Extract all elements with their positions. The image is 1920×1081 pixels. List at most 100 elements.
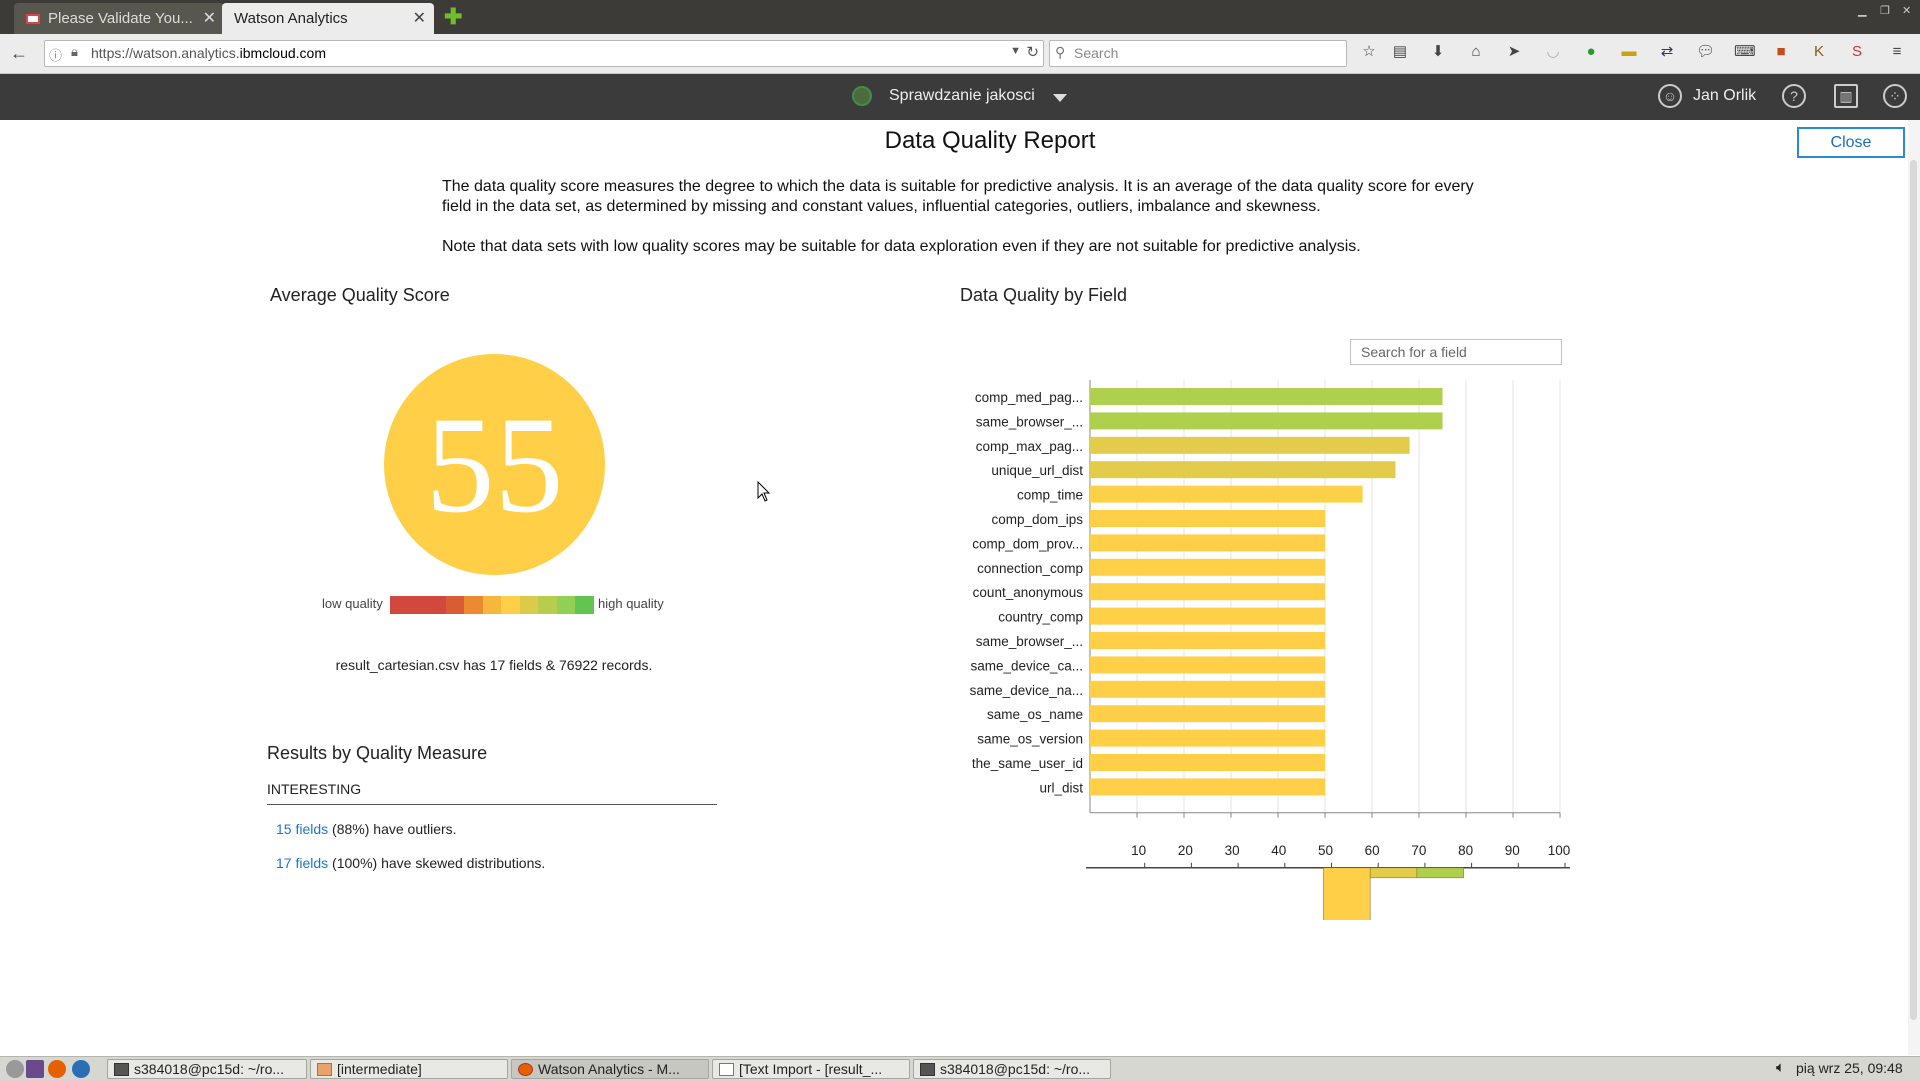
bar bbox=[1090, 729, 1325, 747]
quality-by-field-chart: comp_med_pag... same_browser_... comp_max_… bbox=[970, 380, 1570, 920]
restore-icon[interactable]: ❐ bbox=[1880, 4, 1890, 17]
back-icon[interactable]: ← bbox=[10, 42, 28, 64]
chat-icon[interactable]: 💬︎ bbox=[1696, 43, 1715, 61]
info-icon[interactable]: ⓘ bbox=[49, 45, 62, 64]
legend-swatch bbox=[501, 596, 520, 614]
keyboard-icon[interactable]: ⌨ bbox=[1734, 43, 1756, 61]
bar bbox=[1090, 754, 1325, 771]
task-terminal-2[interactable]: s384018@pc15d: ~/ro... bbox=[913, 1059, 1111, 1079]
volume-icon[interactable]: 🔈︎ bbox=[1776, 1059, 1785, 1076]
user-avatar-icon[interactable]: ☺ bbox=[1658, 84, 1682, 108]
x-tick-label: 50 bbox=[1318, 843, 1333, 858]
legend-swatch bbox=[445, 596, 465, 614]
pocket-icon[interactable]: ◡ bbox=[1544, 43, 1562, 61]
send-icon[interactable]: ➤ bbox=[1505, 43, 1523, 61]
scrollbar-thumb[interactable] bbox=[1910, 160, 1917, 1020]
results-title: Results by Quality Measure bbox=[267, 743, 488, 763]
reading-list-icon[interactable]: ▤ bbox=[1391, 43, 1409, 61]
user-name[interactable]: Jan Orlik bbox=[1693, 87, 1756, 105]
new-tab-icon[interactable]: ✚ bbox=[444, 6, 462, 28]
close-window-icon[interactable]: ✕ bbox=[1902, 4, 1911, 17]
firefox-icon[interactable] bbox=[48, 1060, 66, 1078]
dropdown-icon[interactable]: ▼ bbox=[1010, 45, 1021, 57]
url-bar[interactable]: ⓘ 🔒︎ https://watson.analytics.ibmcloud.c… bbox=[44, 40, 1044, 67]
bar bbox=[1090, 583, 1325, 601]
histogram-bar bbox=[1416, 867, 1464, 879]
legend-swatch bbox=[575, 596, 595, 614]
field-label: comp_dom_ips bbox=[991, 512, 1083, 527]
task-text-import[interactable]: [Text Import - [result_... bbox=[712, 1059, 910, 1079]
help-icon[interactable]: ? bbox=[1782, 84, 1806, 108]
legend-swatch bbox=[482, 596, 502, 614]
search-icon: ⚲ bbox=[1055, 44, 1066, 60]
tab-label: Please Validate You... bbox=[48, 10, 193, 27]
field-label: comp_max_pag... bbox=[976, 439, 1083, 454]
bar bbox=[1090, 436, 1410, 454]
description-note: Note that data sets with low quality sco… bbox=[442, 238, 1361, 255]
field-label: comp_dom_prov... bbox=[972, 536, 1083, 551]
extension-s-icon[interactable]: S bbox=[1848, 43, 1866, 61]
system-menu-icon[interactable] bbox=[6, 1060, 24, 1078]
close-button[interactable]: Close bbox=[1797, 127, 1905, 158]
watson-logo-icon bbox=[852, 86, 872, 106]
bar bbox=[1090, 485, 1363, 503]
firefox-icon bbox=[518, 1063, 533, 1076]
task-terminal-1[interactable]: s384018@pc15d: ~/ro... bbox=[107, 1059, 307, 1079]
browser-nav-bar: ← ⓘ 🔒︎ https://watson.analytics.ibmcloud… bbox=[0, 34, 1920, 74]
legend-high-label: high quality bbox=[598, 596, 664, 611]
field-label: country_comp bbox=[998, 610, 1083, 625]
legend-swatch bbox=[556, 596, 576, 614]
bar bbox=[1090, 656, 1325, 674]
chevron-down-icon[interactable] bbox=[1053, 94, 1067, 102]
download-icon[interactable]: ⬇ bbox=[1429, 43, 1447, 61]
field-label: comp_time bbox=[1017, 488, 1083, 503]
records-summary: result_cartesian.csv has 17 fields & 769… bbox=[335, 657, 653, 673]
legend-color-bar bbox=[390, 596, 595, 614]
close-tab-icon[interactable]: ✕ bbox=[413, 3, 426, 34]
page-title: Data Quality Report bbox=[884, 127, 1096, 154]
bar bbox=[1090, 778, 1325, 796]
x-tick-label: 30 bbox=[1225, 843, 1240, 858]
legend-low-label: low quality bbox=[322, 596, 383, 611]
outliers-fields-link[interactable]: 15 fields bbox=[276, 821, 328, 837]
thunderbird-icon[interactable] bbox=[72, 1060, 90, 1078]
x-tick-label: 10 bbox=[1131, 843, 1146, 858]
page-scrollbar[interactable] bbox=[1908, 120, 1920, 1055]
home-icon[interactable]: ⌂ bbox=[1467, 43, 1485, 61]
bar bbox=[1090, 510, 1325, 527]
x-tick-label: 80 bbox=[1458, 843, 1473, 858]
dashboard-icon[interactable]: ▥ bbox=[1834, 84, 1858, 108]
task-watson[interactable]: Watson Analytics - M... bbox=[511, 1059, 709, 1079]
close-tab-icon[interactable]: ✕ bbox=[203, 3, 216, 34]
x-tick-label: 90 bbox=[1505, 843, 1520, 858]
bookmark-star-icon[interactable]: ☆ bbox=[1360, 43, 1378, 61]
tab-watson[interactable]: Watson Analytics ✕ bbox=[222, 3, 434, 34]
task-intermediate[interactable]: [intermediate] bbox=[310, 1059, 508, 1079]
average-score-title: Average Quality Score bbox=[270, 285, 450, 305]
extension-translate-icon[interactable]: ⇄ bbox=[1658, 43, 1676, 61]
field-label: same_browser_... bbox=[976, 634, 1083, 649]
field-label: count_anonymous bbox=[973, 585, 1084, 600]
file-manager-icon[interactable] bbox=[26, 1060, 44, 1078]
gmail-icon bbox=[26, 14, 40, 24]
skewed-fields-link[interactable]: 17 fields bbox=[276, 855, 328, 871]
browser-search[interactable]: ⚲ Search bbox=[1049, 40, 1347, 67]
url-text: https://watson.analytics.ibmcloud.com bbox=[91, 45, 327, 61]
project-name[interactable]: Sprawdzanie jakosci bbox=[889, 87, 1035, 105]
extension-orange-icon[interactable]: ■ bbox=[1772, 43, 1790, 61]
bar bbox=[1090, 461, 1396, 479]
clock[interactable]: pią wrz 25, 09:48 bbox=[1796, 1060, 1903, 1076]
x-tick-label: 100 bbox=[1548, 843, 1570, 858]
reload-icon[interactable]: ↻ bbox=[1026, 43, 1039, 61]
field-search-input[interactable]: Search for a field bbox=[1350, 339, 1562, 365]
field-label: same_os_version bbox=[977, 732, 1083, 747]
extension-green-icon[interactable]: ● bbox=[1582, 43, 1600, 61]
extension-k-icon[interactable]: K bbox=[1810, 43, 1828, 61]
minimize-icon[interactable]: ▁ bbox=[1858, 4, 1866, 17]
extension-yellow-icon[interactable]: ▬ bbox=[1620, 43, 1638, 61]
bar bbox=[1090, 680, 1325, 698]
bar bbox=[1090, 534, 1325, 552]
menu-icon[interactable]: ≡ bbox=[1888, 43, 1906, 61]
apps-icon[interactable]: ⁘ bbox=[1883, 84, 1907, 108]
tab-gmail[interactable]: Please Validate You... ✕ bbox=[14, 3, 224, 34]
